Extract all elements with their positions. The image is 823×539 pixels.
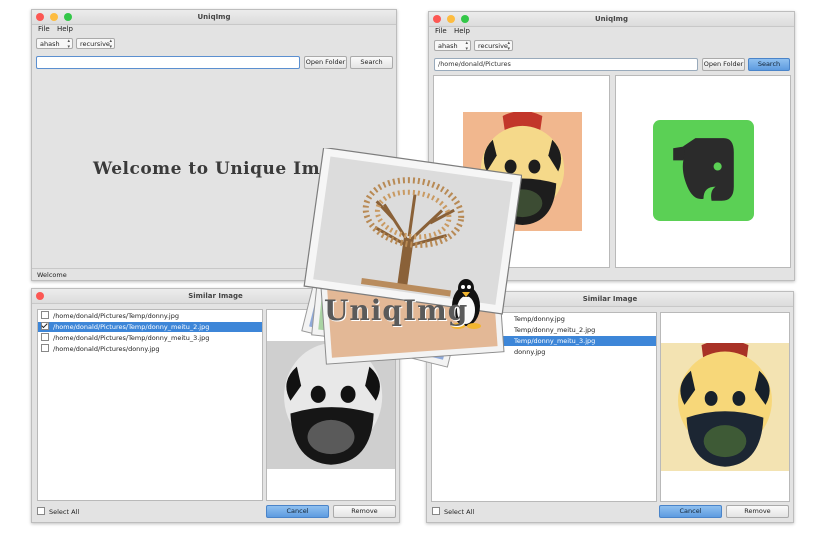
window-title: UniqImg (595, 15, 628, 23)
menu-file[interactable]: File (435, 26, 447, 36)
menu-file[interactable]: File (38, 24, 50, 34)
preview-pane (660, 312, 790, 502)
file-list: /home/donald/Pictures/Temp/donny.jpg /ho… (37, 309, 263, 501)
menubar: File Help (429, 26, 794, 36)
list-item[interactable]: /home/donald/Pictures/Temp/donny_meitu_3… (38, 333, 262, 343)
mode-select[interactable]: recursive ▴ ▾ (76, 38, 115, 49)
remove-button[interactable]: Remove (333, 505, 396, 518)
window-title: Similar Image (582, 295, 638, 303)
path-input[interactable] (36, 56, 300, 69)
window-title: UniqImg (197, 13, 231, 21)
spin-arrows-icon: ▴ ▾ (67, 38, 70, 50)
algorithm-value: ahash (438, 42, 458, 50)
list-item[interactable]: /home/donald/Pictures/Temp/donny.jpg (38, 311, 262, 321)
mode-select[interactable]: recursive ▴ ▾ (474, 40, 513, 51)
remove-button[interactable]: Remove (726, 505, 789, 518)
window-title: Similar Image (188, 292, 243, 300)
checkbox-icon[interactable] (41, 344, 49, 352)
image-tile-evernote[interactable] (615, 75, 791, 268)
menu-help[interactable]: Help (57, 24, 73, 34)
menu-help[interactable]: Help (454, 26, 470, 36)
logo-text: UniqImg (324, 294, 469, 327)
maximize-button[interactable] (461, 15, 469, 23)
path-input[interactable]: /home/donald/Pictures (434, 58, 698, 71)
maximize-button[interactable] (64, 13, 72, 21)
select-all[interactable]: Select All (37, 507, 79, 516)
cancel-button[interactable]: Cancel (659, 505, 722, 518)
mode-value: recursive (80, 40, 110, 48)
open-folder-button[interactable]: Open Folder (304, 56, 347, 69)
search-button[interactable]: Search (350, 56, 393, 69)
checkbox-icon[interactable] (41, 311, 49, 319)
spin-arrows-icon: ▴ ▾ (507, 40, 510, 52)
checkbox-icon[interactable] (41, 333, 49, 341)
checkbox-icon[interactable] (37, 507, 45, 515)
select-all[interactable]: Select All (432, 507, 474, 516)
close-button[interactable] (36, 292, 44, 300)
algorithm-select[interactable]: ahash ▴ ▾ (36, 38, 73, 49)
close-button[interactable] (36, 13, 44, 21)
algorithm-value: ahash (40, 40, 60, 48)
spin-arrows-icon: ▴ ▾ (465, 40, 468, 52)
list-item[interactable]: /home/donald/Pictures/donny.jpg (38, 344, 262, 354)
menubar: File Help (32, 24, 396, 34)
minimize-button[interactable] (50, 13, 58, 21)
main-window-titlebar: UniqImg (32, 10, 396, 25)
app-logo: UniqImg (282, 146, 523, 368)
open-folder-button[interactable]: Open Folder (702, 58, 745, 71)
checkbox-checked-icon[interactable] (41, 322, 49, 330)
algorithm-select[interactable]: ahash ▴ ▾ (434, 40, 471, 51)
minimize-button[interactable] (447, 15, 455, 23)
cancel-button[interactable]: Cancel (266, 505, 329, 518)
mode-value: recursive (478, 42, 508, 50)
evernote-elephant-icon (653, 120, 754, 221)
spin-arrows-icon: ▴ ▾ (109, 38, 112, 50)
checkbox-icon[interactable] (432, 507, 440, 515)
results-window-titlebar: UniqImg (429, 12, 794, 27)
close-button[interactable] (433, 15, 441, 23)
logo-photo-stack-icon (301, 146, 523, 368)
search-button[interactable]: Search (748, 58, 790, 71)
donny-face-color-icon (661, 343, 789, 471)
list-item-selected[interactable]: /home/donald/Pictures/Temp/donny_meitu_2… (38, 322, 262, 332)
